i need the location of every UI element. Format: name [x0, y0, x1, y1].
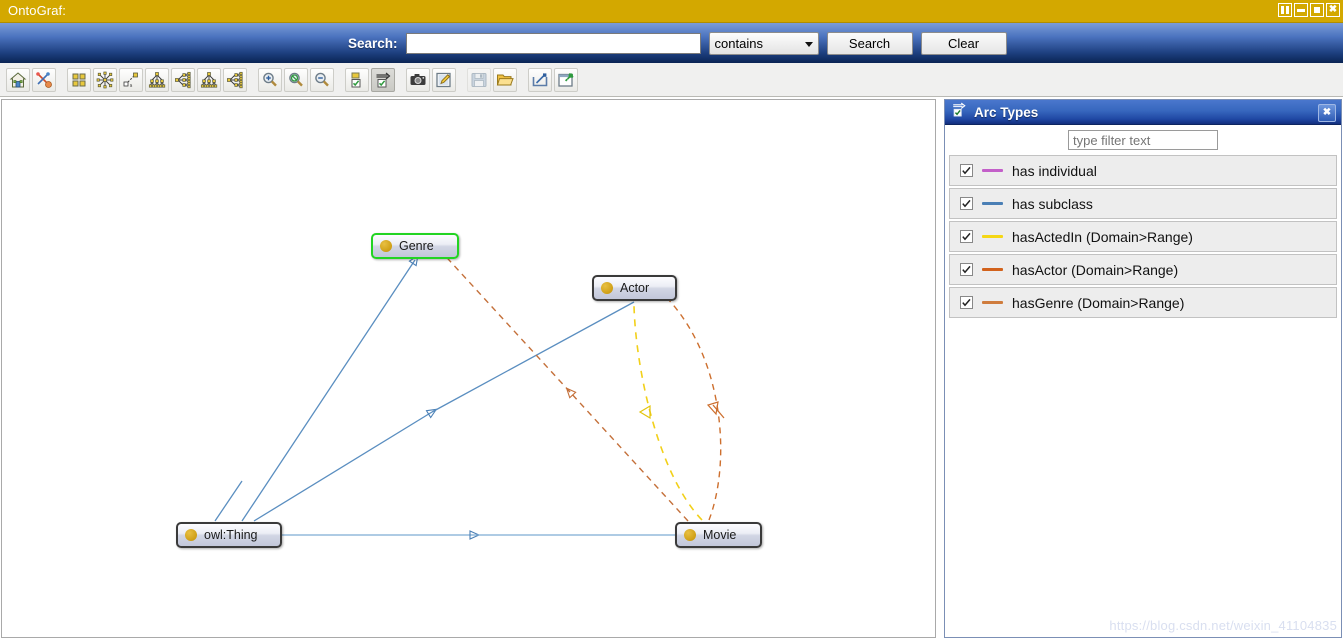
- graph-canvas[interactable]: Genre Actor owl:Thing Movie: [1, 99, 936, 638]
- arc-type-item[interactable]: hasActedIn (Domain>Range): [949, 221, 1337, 252]
- search-label: Search:: [348, 35, 398, 51]
- graph-node-label: Genre: [399, 239, 434, 253]
- arc-types-icon: [951, 102, 967, 123]
- tree-right-layout-icon[interactable]: [171, 67, 195, 92]
- tree-right-alt-layout-icon[interactable]: [223, 67, 247, 92]
- class-dot-icon: [380, 240, 392, 252]
- node-types-icon[interactable]: [345, 67, 369, 92]
- arc-color-swatch: [982, 301, 1003, 304]
- toolbar-separator: [249, 68, 258, 92]
- graph-node-owl-thing[interactable]: owl:Thing: [176, 522, 282, 548]
- zoom-out-icon[interactable]: [310, 67, 334, 92]
- arc-types-panel-header: Arc Types ✖: [945, 100, 1341, 125]
- export-icon[interactable]: [528, 67, 552, 92]
- filter-input[interactable]: [1068, 130, 1218, 150]
- home-icon[interactable]: [6, 67, 30, 92]
- arc-type-label: hasActedIn (Domain>Range): [1012, 228, 1193, 245]
- zoom-reset-icon[interactable]: [284, 67, 308, 92]
- match-mode-select[interactable]: contains: [708, 31, 819, 55]
- title-bar: OntoGraf: ✖: [0, 0, 1343, 23]
- arc-type-label: has individual: [1012, 162, 1097, 179]
- window-controls: ✖: [1278, 3, 1340, 17]
- watermark: https://blog.csdn.net/weixin_41104835: [1109, 618, 1337, 633]
- arc-types-panel-title: Arc Types: [974, 104, 1039, 120]
- window-title: OntoGraf:: [8, 3, 66, 18]
- toolbar-separator: [458, 68, 467, 92]
- arc-color-swatch: [982, 202, 1003, 205]
- class-dot-icon: [684, 529, 696, 541]
- class-dot-icon: [601, 282, 613, 294]
- radial-layout-icon[interactable]: [93, 67, 117, 92]
- toolbar-separator: [397, 68, 406, 92]
- arc-type-item[interactable]: hasGenre (Domain>Range): [949, 287, 1337, 318]
- checkbox-checked-icon[interactable]: [960, 230, 973, 243]
- ontograf-window: OntoGraf: ✖ Search: contains Search Clea…: [0, 0, 1343, 639]
- grid-layout-icon[interactable]: [67, 67, 91, 92]
- arc-types-list: has individual has subclass hasActedIn (…: [945, 155, 1341, 318]
- filter-row: [945, 125, 1341, 155]
- graph-node-label: owl:Thing: [204, 528, 258, 542]
- checkbox-checked-icon[interactable]: [960, 197, 973, 210]
- checkbox-checked-icon[interactable]: [960, 296, 973, 309]
- graph-node-label: Actor: [620, 281, 650, 295]
- arc-types-panel: Arc Types ✖ has individual: [944, 99, 1342, 638]
- arc-types-panel-body: has individual has subclass hasActedIn (…: [945, 125, 1341, 637]
- search-bar: Search: contains Search Clear: [0, 23, 1343, 63]
- tree-down-layout-icon[interactable]: [145, 67, 169, 92]
- arc-type-item[interactable]: has individual: [949, 155, 1337, 186]
- scissors-icon[interactable]: [32, 67, 56, 92]
- restore-button[interactable]: [1278, 3, 1292, 17]
- maximize-button[interactable]: [1310, 3, 1324, 17]
- graph-node-label: Movie: [703, 528, 737, 542]
- graph-node-movie[interactable]: Movie: [675, 522, 762, 548]
- tree-down-alt-layout-icon[interactable]: [197, 67, 221, 92]
- search-button[interactable]: Search: [826, 31, 913, 55]
- close-icon[interactable]: ✖: [1318, 104, 1336, 122]
- arc-types-icon[interactable]: [371, 67, 395, 92]
- graph-node-actor[interactable]: Actor: [592, 275, 677, 301]
- arc-type-label: has subclass: [1012, 195, 1093, 212]
- camera-icon[interactable]: [406, 67, 430, 92]
- chevron-down-icon: [804, 41, 813, 47]
- toolbar-separator: [58, 68, 67, 92]
- arc-type-label: hasGenre (Domain>Range): [1012, 294, 1185, 311]
- arc-color-swatch: [982, 169, 1003, 172]
- save-icon[interactable]: [467, 67, 491, 92]
- toolbar-separator: [519, 68, 528, 92]
- toolbar: s: [0, 63, 1343, 97]
- checkbox-checked-icon[interactable]: [960, 263, 973, 276]
- match-mode-value: contains: [714, 35, 763, 51]
- arc-color-swatch: [982, 235, 1003, 238]
- clear-button[interactable]: Clear: [920, 31, 1007, 55]
- arc-color-swatch: [982, 268, 1003, 271]
- arc-type-item[interactable]: hasActor (Domain>Range): [949, 254, 1337, 285]
- edit-note-icon[interactable]: [432, 67, 456, 92]
- arc-type-item[interactable]: has subclass: [949, 188, 1337, 219]
- svg-text:s: s: [130, 83, 133, 89]
- class-dot-icon: [185, 529, 197, 541]
- graph-edges: [214, 247, 725, 637]
- arc-type-label: hasActor (Domain>Range): [1012, 261, 1179, 278]
- graph-node-genre[interactable]: Genre: [371, 233, 459, 259]
- minimize-button[interactable]: [1294, 3, 1308, 17]
- pin-note-icon[interactable]: [554, 67, 578, 92]
- open-folder-icon[interactable]: [493, 67, 517, 92]
- zoom-in-icon[interactable]: [258, 67, 282, 92]
- close-button[interactable]: ✖: [1326, 3, 1340, 17]
- search-input[interactable]: [405, 32, 701, 54]
- spring-layout-icon[interactable]: s: [119, 67, 143, 92]
- toolbar-separator: [336, 68, 345, 92]
- checkbox-checked-icon[interactable]: [960, 164, 973, 177]
